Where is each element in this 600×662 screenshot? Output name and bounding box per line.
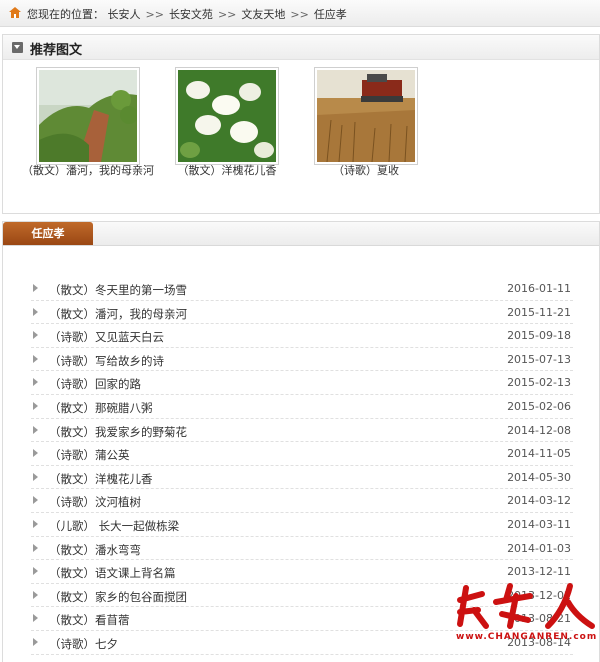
table-row[interactable]: （诗歌）又见蓝天白云 2015-09-18 <box>31 324 573 348</box>
article-title-link[interactable]: （儿歌） 长大一起做栋梁 <box>49 518 179 534</box>
table-row[interactable]: （诗歌）写给故乡的诗 2015-07-13 <box>31 348 573 372</box>
article-date: 2013-12-02 <box>507 588 571 602</box>
bullet-arrow-icon <box>33 496 38 505</box>
article-title-link[interactable]: （诗歌）汶河植树 <box>49 494 141 510</box>
article-title-link[interactable]: （诗歌）写给故乡的诗 <box>49 353 164 369</box>
bullet-arrow-icon <box>33 425 38 434</box>
table-row[interactable]: （诗歌）汶河植树 2014-03-12 <box>31 489 573 513</box>
article-title-link[interactable]: （散文）洋槐花儿香 <box>49 471 153 487</box>
article-date: 2014-01-03 <box>507 541 571 555</box>
article-title-link[interactable]: （散文）我爱家乡的野菊花 <box>49 424 187 440</box>
article-list: （散文）冬天里的第一场雪 2016-01-11 （散文）潘河，我的母亲河 2015-1… <box>31 277 573 655</box>
bullet-arrow-icon <box>33 284 38 292</box>
bullet-arrow-icon <box>33 378 38 387</box>
article-title-link[interactable]: （诗歌）蒲公英 <box>49 447 130 463</box>
table-row[interactable]: （散文）洋槐花儿香 2014-05-30 <box>31 466 573 490</box>
article-date: 2015-02-13 <box>507 376 571 390</box>
article-title-link[interactable]: （散文）家乡的包谷面搅团 <box>49 589 187 605</box>
article-date: 2014-11-05 <box>507 447 571 461</box>
article-date: 2014-03-12 <box>507 494 571 508</box>
table-row[interactable]: （散文）我爱家乡的野菊花 2014-12-08 <box>31 419 573 443</box>
article-date: 2015-11-21 <box>507 305 571 319</box>
article-date: 2013-08-21 <box>507 612 571 626</box>
article-date: 2014-03-11 <box>507 517 571 531</box>
bullet-arrow-icon <box>33 354 38 363</box>
tab-author[interactable]: 任应孝 <box>3 222 93 245</box>
bullet-arrow-icon <box>33 543 38 552</box>
collapse-icon[interactable] <box>12 42 23 53</box>
breadcrumb-separator: >> <box>145 8 164 21</box>
table-row[interactable]: （散文）潘水弯弯 2014-01-03 <box>31 537 573 561</box>
breadcrumb-link-section[interactable]: 长安文苑 <box>169 8 213 21</box>
article-title-link[interactable]: （散文）冬天里的第一场雪 <box>49 282 187 298</box>
bullet-arrow-icon <box>33 637 38 646</box>
table-row[interactable]: （散文）看苜蓿 2013-08-21 <box>31 607 573 631</box>
breadcrumb-link-category[interactable]: 文友天地 <box>241 8 285 21</box>
recommend-title: 推荐图文 <box>30 43 83 58</box>
recommend-panel: 推荐图文 （散文）潘河，我的母亲河 （散文）洋槐花儿香 （诗歌）夏收 <box>2 34 600 214</box>
bullet-arrow-icon <box>33 472 38 481</box>
bullet-arrow-icon <box>33 519 38 528</box>
article-title-link[interactable]: （诗歌）七夕 <box>49 636 118 652</box>
article-date: 2013-12-11 <box>507 565 571 579</box>
wheat-harvest-photo <box>317 70 415 162</box>
bullet-arrow-icon <box>33 307 38 316</box>
bullet-arrow-icon <box>33 331 38 340</box>
table-row[interactable]: （诗歌）七夕 2013-08-14 <box>31 631 573 655</box>
article-title-link[interactable]: （散文）潘河，我的母亲河 <box>49 306 187 322</box>
table-row[interactable]: （散文）冬天里的第一场雪 2016-01-11 <box>31 277 573 301</box>
article-date: 2014-05-30 <box>507 470 571 484</box>
list-tab-bar: 任应孝 <box>3 222 599 246</box>
article-date: 2014-12-08 <box>507 423 571 437</box>
article-title-link[interactable]: （散文）语文课上背名篇 <box>49 565 176 581</box>
breadcrumb-current: 任应孝 <box>313 8 347 21</box>
table-row[interactable]: （诗歌）回家的路 2015-02-13 <box>31 371 573 395</box>
hillside-photo <box>39 70 137 162</box>
recommend-thumb-2[interactable] <box>175 67 279 165</box>
article-title-link[interactable]: （散文）潘水弯弯 <box>49 542 141 558</box>
article-title-link[interactable]: （诗歌）又见蓝天白云 <box>49 329 164 345</box>
recommend-caption-1[interactable]: （散文）潘河，我的母亲河 <box>18 162 158 178</box>
article-date: 2015-07-13 <box>507 352 571 366</box>
bullet-arrow-icon <box>33 614 38 623</box>
recommend-thumb-1[interactable] <box>36 67 140 165</box>
breadcrumb-separator: >> <box>217 8 237 21</box>
recommend-caption-3[interactable]: （诗歌）夏收 <box>296 162 436 178</box>
article-date: 2013-08-14 <box>507 635 571 649</box>
table-row[interactable]: （散文）家乡的包谷面搅团 2013-12-02 <box>31 584 573 608</box>
article-title-link[interactable]: （散文）看苜蓿 <box>49 612 130 628</box>
breadcrumb-separator: >> <box>290 8 309 21</box>
article-title-link[interactable]: （散文）那碗腊八粥 <box>49 400 153 416</box>
recommend-thumb-3[interactable] <box>314 67 418 165</box>
bullet-arrow-icon <box>33 590 38 599</box>
breadcrumb-link-home[interactable]: 长安人 <box>108 8 141 21</box>
recommend-header: 推荐图文 <box>3 35 599 60</box>
table-row[interactable]: （散文）那碗腊八粥 2015-02-06 <box>31 395 573 419</box>
article-list-panel: 任应孝 （散文）冬天里的第一场雪 2016-01-11 （散文）潘河，我的母亲河 20… <box>2 221 600 662</box>
bullet-arrow-icon <box>33 567 38 576</box>
table-row[interactable]: （诗歌）蒲公英 2014-11-05 <box>31 442 573 466</box>
locust-flower-photo <box>178 70 276 162</box>
article-date: 2016-01-11 <box>507 282 571 295</box>
breadcrumb: 您现在的位置： 长安人 >> 长安文苑 >> 文友天地 >> 任应孝 <box>0 0 600 27</box>
bullet-arrow-icon <box>33 401 38 410</box>
home-icon <box>9 7 21 18</box>
table-row[interactable]: （儿歌） 长大一起做栋梁 2014-03-11 <box>31 513 573 537</box>
recommend-caption-2[interactable]: （散文）洋槐花儿香 <box>157 162 297 178</box>
article-date: 2015-09-18 <box>507 329 571 343</box>
bullet-arrow-icon <box>33 449 38 458</box>
table-row[interactable]: （散文）语文课上背名篇 2013-12-11 <box>31 560 573 584</box>
table-row[interactable]: （散文）潘河，我的母亲河 2015-11-21 <box>31 301 573 325</box>
article-title-link[interactable]: （诗歌）回家的路 <box>49 376 141 392</box>
article-date: 2015-02-06 <box>507 399 571 413</box>
breadcrumb-prefix: 您现在的位置： <box>27 8 104 21</box>
